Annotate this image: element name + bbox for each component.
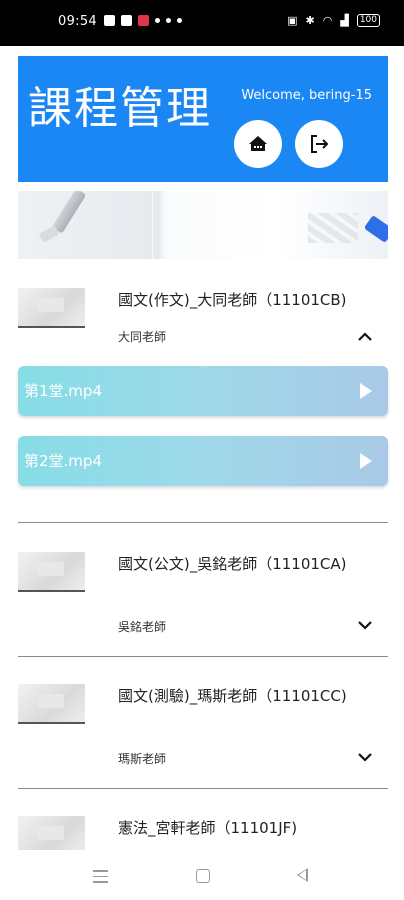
settings-icon xyxy=(166,18,171,23)
logout-icon xyxy=(311,135,329,153)
play-icon[interactable] xyxy=(360,453,372,469)
system-icons: ▣ ✱ ◠ ▟ 100 xyxy=(287,14,380,27)
play-icon[interactable] xyxy=(360,383,372,399)
wifi-icon: ◠ xyxy=(322,14,333,27)
mail-icon xyxy=(138,15,149,26)
banner-pen-cap-shape xyxy=(38,225,60,243)
course-title: 國文(測驗)_瑪斯老師（11101CC) xyxy=(118,687,347,705)
banner-image xyxy=(18,191,388,259)
chevron-down-icon[interactable] xyxy=(354,614,376,636)
signal-icon: ▟ xyxy=(340,14,349,27)
status-bar: 09:54 ▣ ✱ ◠ ▟ 100 xyxy=(0,0,404,46)
menu-icon[interactable] xyxy=(93,870,108,887)
divider xyxy=(18,788,388,789)
course-title: 憲法_宮軒老師（11101JF) xyxy=(118,819,298,837)
system-nav-bar xyxy=(0,850,404,900)
page-title: 課程管理 xyxy=(28,83,212,134)
status-time: 09:54 xyxy=(58,14,97,29)
video-label: 第2堂.mp4 xyxy=(24,452,102,470)
banner-pen-shape xyxy=(51,191,87,234)
course-title: 國文(作文)_大同老師（11101CB) xyxy=(118,291,347,309)
bluetooth-icon: ✱ xyxy=(305,14,315,27)
course-thumbnail xyxy=(18,552,85,592)
dot-icon xyxy=(177,18,182,23)
banner-accent-shape xyxy=(363,214,388,244)
notification-icons xyxy=(104,15,182,26)
location-icon xyxy=(155,18,160,23)
banner-keyboard-shape xyxy=(308,213,358,243)
nfc-icon: ▣ xyxy=(287,14,298,27)
back-icon[interactable] xyxy=(297,868,308,882)
video-item[interactable]: 第2堂.mp4 xyxy=(18,436,388,486)
course-teacher: 瑪斯老師 xyxy=(118,752,167,766)
chevron-down-icon[interactable] xyxy=(354,746,376,768)
chevron-up-icon[interactable] xyxy=(354,326,376,348)
home-button[interactable] xyxy=(234,120,282,168)
app-header: 課程管理 Welcome, bering-15 xyxy=(18,56,388,182)
course-teacher: 大同老師 xyxy=(118,330,167,344)
course-thumbnail xyxy=(18,288,85,328)
video-label: 第1堂.mp4 xyxy=(24,382,102,400)
course-thumbnail xyxy=(18,684,85,724)
home-square-icon[interactable] xyxy=(196,869,210,883)
divider xyxy=(18,656,388,657)
logout-button[interactable] xyxy=(295,120,343,168)
video-item[interactable]: 第1堂.mp4 xyxy=(18,366,388,416)
battery-icon: 100 xyxy=(356,14,380,27)
youtube-icon xyxy=(104,15,115,26)
divider xyxy=(18,522,388,523)
welcome-text: Welcome, bering-15 xyxy=(241,88,372,103)
photo-icon xyxy=(121,15,132,26)
course-title: 國文(公文)_吳銘老師（11101CA) xyxy=(118,555,347,573)
home-icon xyxy=(249,136,267,151)
course-teacher: 吳銘老師 xyxy=(118,620,167,634)
banner-divider xyxy=(152,191,153,259)
